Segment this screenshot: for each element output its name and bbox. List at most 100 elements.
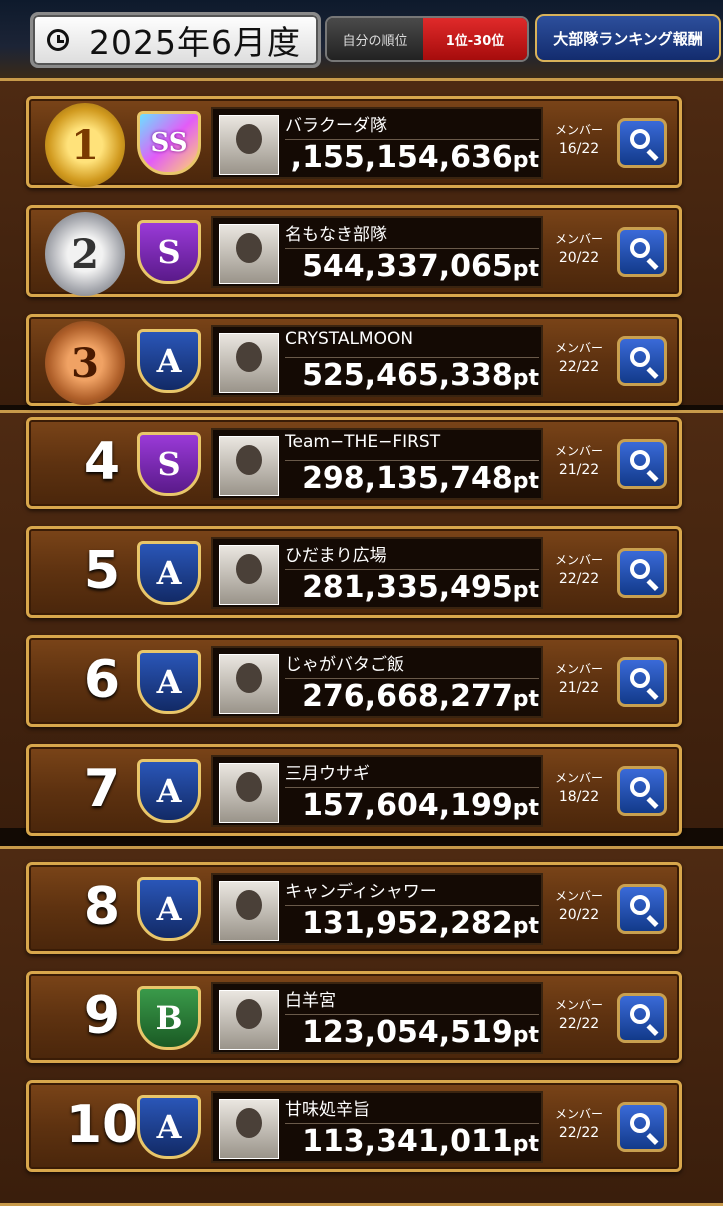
ranking-row: 3 A CRYSTALMOON 525,465,338pt メンバー 22/22 xyxy=(26,314,682,406)
view-team-button[interactable] xyxy=(617,1102,667,1152)
member-count: 20/22 xyxy=(558,907,600,923)
tier-crest: A xyxy=(137,877,201,941)
view-team-button[interactable] xyxy=(617,336,667,386)
member-count: 22/22 xyxy=(558,1016,600,1032)
team-info: じゃがバタご飯 276,668,277pt xyxy=(211,646,543,718)
team-info: ひだまり広場 281,335,495pt xyxy=(211,537,543,609)
tier-crest: A xyxy=(137,1095,201,1159)
view-team-button[interactable] xyxy=(617,548,667,598)
team-points: 276,668,277pt xyxy=(285,678,539,717)
team-points: 298,135,748pt xyxy=(285,460,539,499)
rank-number: 5 xyxy=(83,541,121,601)
member-label: メンバー xyxy=(554,341,603,355)
member-count: 21/22 xyxy=(558,462,600,478)
leader-avatar xyxy=(219,763,279,823)
team-info: 名もなき部隊 544,337,065pt xyxy=(211,216,543,288)
leader-avatar xyxy=(219,333,279,393)
rank-number: 9 xyxy=(83,986,121,1046)
tier-crest: B xyxy=(137,986,201,1050)
clock-icon xyxy=(47,29,69,51)
leader-avatar xyxy=(219,1099,279,1159)
ranking-row: 6 A じゃがバタご飯 276,668,277pt メンバー 21/22 xyxy=(26,635,682,727)
tier-crest: A xyxy=(137,329,201,393)
member-count: 22/22 xyxy=(558,1125,600,1141)
reward-button[interactable]: 大部隊ランキング報酬 xyxy=(535,14,721,62)
team-points: 281,335,495pt xyxy=(285,569,539,608)
rank-number: 7 xyxy=(83,759,121,819)
search-icon xyxy=(630,238,650,258)
search-icon xyxy=(630,1004,650,1024)
team-info: 白羊宮 123,054,519pt xyxy=(211,982,543,1054)
team-points: 157,604,199pt xyxy=(285,787,539,826)
search-icon xyxy=(630,668,650,688)
member-count: 20/22 xyxy=(558,250,600,266)
rank-number: 8 xyxy=(83,877,121,937)
tier-crest: SS xyxy=(137,111,201,175)
team-points: 525,465,338pt xyxy=(285,357,539,396)
team-name: CRYSTALMOON xyxy=(285,329,414,349)
month-selector[interactable]: 2025年6月度 xyxy=(30,12,321,68)
top-bar: 2025年6月度 自分の順位 1位-30位 大部隊ランキング報酬 xyxy=(0,0,723,78)
month-label: 2025年6月度 xyxy=(89,23,301,62)
own-rank-tab[interactable]: 自分の順位 xyxy=(327,18,423,60)
member-label: メンバー xyxy=(554,232,603,246)
ranking-row: 10 A 甘味処辛旨 113,341,011pt メンバー 22/22 xyxy=(26,1080,682,1172)
view-team-button[interactable] xyxy=(617,766,667,816)
tier-crest: S xyxy=(137,220,201,284)
tier-crest: A xyxy=(137,650,201,714)
team-info: 甘味処辛旨 113,341,011pt xyxy=(211,1091,543,1163)
rank-range-toggle[interactable]: 自分の順位 1位-30位 xyxy=(325,16,529,62)
search-icon xyxy=(630,895,650,915)
team-name: Team−THE−FIRST xyxy=(285,432,441,452)
member-count: 22/22 xyxy=(558,359,600,375)
ranking-row: 9 B 白羊宮 123,054,519pt メンバー 22/22 xyxy=(26,971,682,1063)
tier-crest: A xyxy=(137,759,201,823)
team-points: 544,337,065pt xyxy=(285,248,539,287)
member-label: メンバー xyxy=(554,998,603,1012)
member-label: メンバー xyxy=(554,662,603,676)
leader-avatar xyxy=(219,990,279,1050)
team-name: バラクーダ隊 xyxy=(285,116,387,136)
team-name: 名もなき部隊 xyxy=(285,225,387,245)
leader-avatar xyxy=(219,545,279,605)
member-count: 18/22 xyxy=(558,789,600,805)
team-points: 131,952,282pt xyxy=(285,905,539,944)
tier-crest: S xyxy=(137,432,201,496)
ranking-row: 5 A ひだまり広場 281,335,495pt メンバー 22/22 xyxy=(26,526,682,618)
team-info: 三月ウサギ 157,604,199pt xyxy=(211,755,543,827)
team-name: じゃがバタご飯 xyxy=(285,655,404,675)
view-team-button[interactable] xyxy=(617,993,667,1043)
tier-crest: A xyxy=(137,541,201,605)
member-label: メンバー xyxy=(554,123,603,137)
member-count: 22/22 xyxy=(558,571,600,587)
view-team-button[interactable] xyxy=(617,884,667,934)
team-info: キャンディシャワー 131,952,282pt xyxy=(211,873,543,945)
leader-avatar xyxy=(219,115,279,175)
member-count: 21/22 xyxy=(558,680,600,696)
range-tab[interactable]: 1位-30位 xyxy=(423,18,527,60)
view-team-button[interactable] xyxy=(617,118,667,168)
ranking-row: 7 A 三月ウサギ 157,604,199pt メンバー 18/22 xyxy=(26,744,682,836)
search-icon xyxy=(630,129,650,149)
member-label: メンバー xyxy=(554,771,603,785)
team-points: ,155,154,636pt xyxy=(285,139,539,178)
rank-medal: 3 xyxy=(45,321,125,405)
ranking-row: 1 SS バラクーダ隊 ,155,154,636pt メンバー 16/22 xyxy=(26,96,682,188)
view-team-button[interactable] xyxy=(617,439,667,489)
member-label: メンバー xyxy=(554,553,603,567)
team-name: キャンディシャワー xyxy=(285,882,437,902)
team-name: 三月ウサギ xyxy=(285,764,370,784)
view-team-button[interactable] xyxy=(617,657,667,707)
rank-medal: 1 xyxy=(45,103,125,187)
rank-number: 6 xyxy=(83,650,121,710)
leader-avatar xyxy=(219,654,279,714)
view-team-button[interactable] xyxy=(617,227,667,277)
team-name: 白羊宮 xyxy=(285,991,336,1011)
team-name: 甘味処辛旨 xyxy=(285,1100,370,1120)
search-icon xyxy=(630,777,650,797)
member-label: メンバー xyxy=(554,444,603,458)
rank-number: 10 xyxy=(65,1095,139,1155)
member-label: メンバー xyxy=(554,889,603,903)
rank-number: 4 xyxy=(83,432,121,492)
search-icon xyxy=(630,1113,650,1133)
